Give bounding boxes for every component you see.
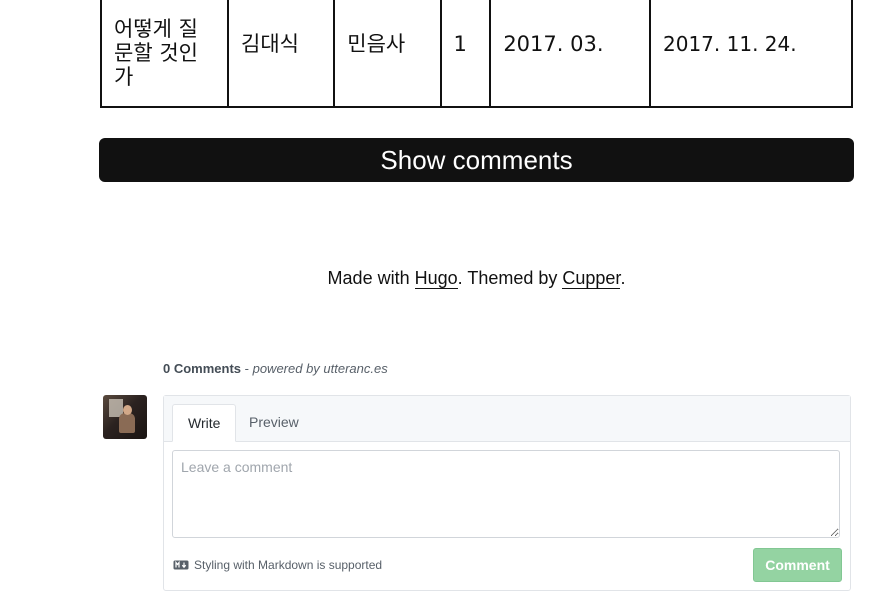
comment-form: Write Preview Styling with Markdown is s… <box>163 395 851 591</box>
markdown-note-text: Styling with Markdown is supported <box>194 558 383 572</box>
cell-end-date: 2017. 11. 24. <box>649 0 853 108</box>
hugo-link[interactable]: Hugo <box>414 268 458 289</box>
powered-by: powered by utteranc.es <box>252 361 388 376</box>
header-separator: - <box>241 361 253 376</box>
comment-tabs: Write Preview <box>164 396 850 442</box>
cell-count: 1 <box>439 0 492 108</box>
page: 어떻게 질문할 것인가 김대식 민음사 1 2017. 03. 2017. 11… <box>0 0 885 616</box>
footer-themed-by: . Themed by <box>457 268 558 288</box>
comment-count: 0 Comments <box>163 361 242 376</box>
tab-preview[interactable]: Preview <box>234 404 314 441</box>
book-table: 어떻게 질문할 것인가 김대식 민음사 1 2017. 03. 2017. 11… <box>100 0 853 108</box>
footer-made-with: Made with <box>327 268 410 288</box>
show-comments-button[interactable]: Show comments <box>99 138 854 182</box>
comment-submit-button[interactable]: Comment <box>753 548 842 582</box>
comments-header: 0 Comments - powered by utteranc.es <box>163 361 388 376</box>
comment-textarea[interactable] <box>172 450 840 538</box>
cupper-link[interactable]: Cupper <box>562 268 621 289</box>
avatar[interactable] <box>103 395 147 439</box>
cell-publisher: 민음사 <box>333 0 442 108</box>
site-footer: Made with Hugo. Themed by Cupper. <box>99 268 854 289</box>
cell-author: 김대식 <box>226 0 336 108</box>
cell-title: 어떻게 질문할 것인가 <box>100 0 229 108</box>
cell-start-date: 2017. 03. <box>489 0 651 108</box>
table-row: 어떻게 질문할 것인가 김대식 민음사 1 2017. 03. 2017. 11… <box>100 0 853 108</box>
footer-end: . <box>620 268 626 288</box>
tab-write[interactable]: Write <box>172 404 237 442</box>
markdown-note: Styling with Markdown is supported <box>173 558 382 572</box>
markdown-icon <box>173 560 189 570</box>
